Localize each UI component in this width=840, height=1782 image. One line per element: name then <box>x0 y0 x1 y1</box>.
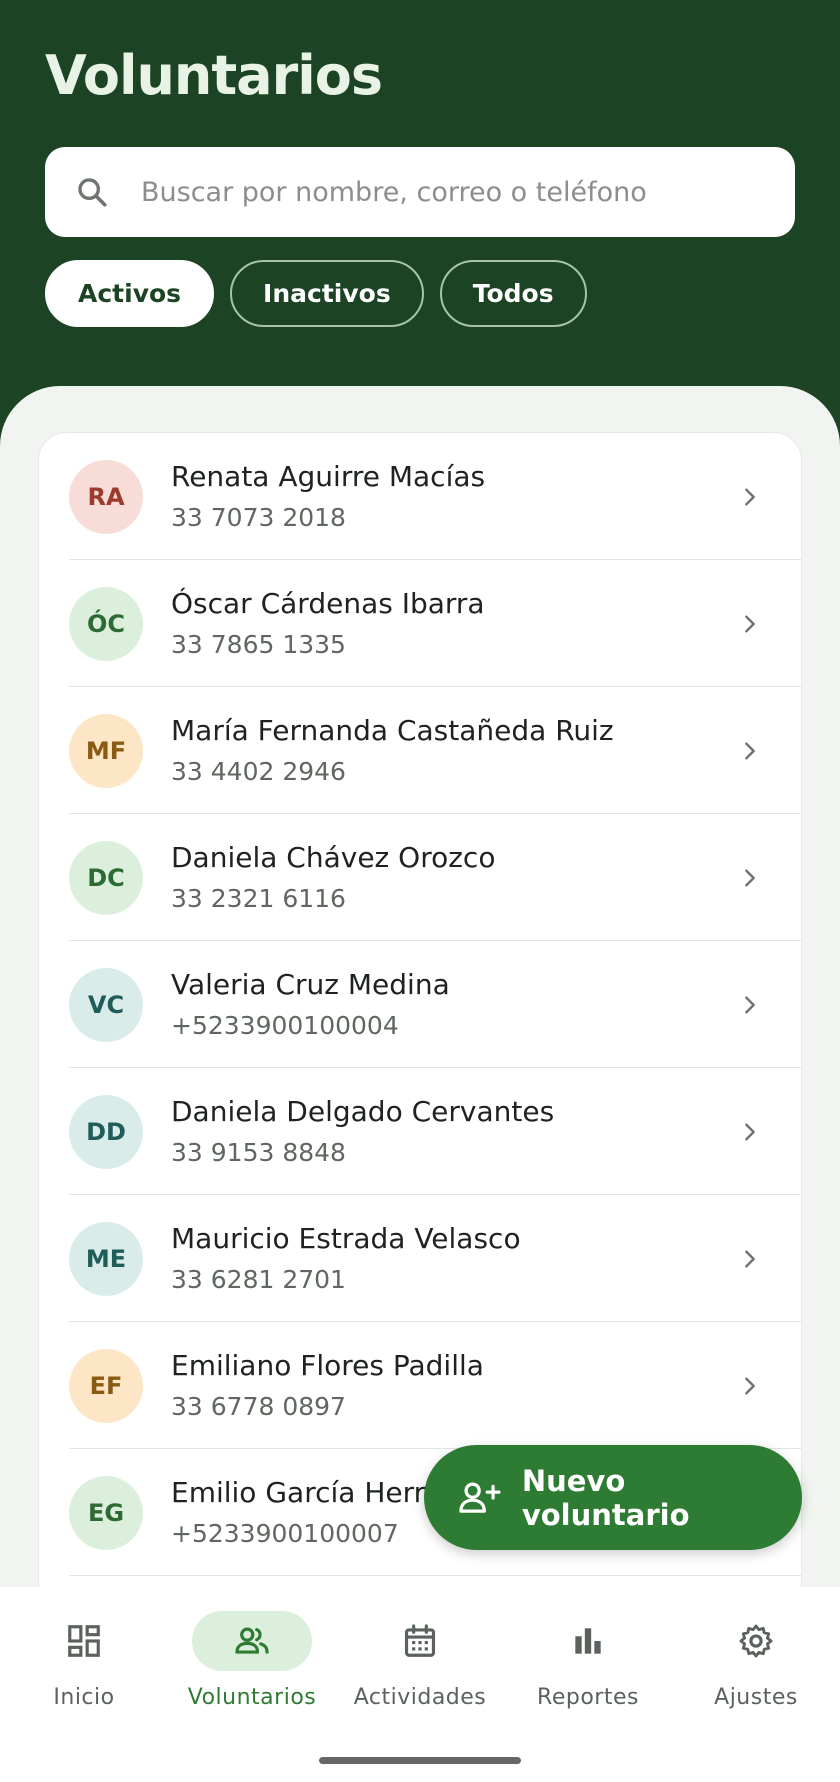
gear-icon <box>739 1624 773 1658</box>
avatar: MF <box>69 713 143 788</box>
volunteer-phone: 33 9153 8848 <box>171 1137 346 1167</box>
volunteer-name: Daniela Delgado Cervantes <box>171 1094 555 1128</box>
volunteer-name: Daniela Chávez Orozco <box>171 840 496 874</box>
chevron-right-icon <box>745 1249 755 1268</box>
volunteer-phone: 33 2321 6116 <box>171 883 346 913</box>
volunteer-phone: +5233900100004 <box>171 1010 399 1040</box>
volunteer-name: Mauricio Estrada Velasco <box>171 1221 521 1255</box>
chevron-right-icon <box>745 614 755 633</box>
volunteer-name: Valeria Cruz Medina <box>171 967 450 1001</box>
calendar-icon <box>404 1624 436 1657</box>
bar-chart-icon <box>575 1628 601 1654</box>
chevron-right-icon <box>745 487 755 506</box>
chevron-right-icon <box>745 868 755 887</box>
nav-item-reportes[interactable]: Reportes <box>504 1611 672 1710</box>
nav-item-voluntarios[interactable]: Voluntarios <box>168 1611 336 1710</box>
volunteer-name: María Fernanda Castañeda Ruiz <box>171 713 614 747</box>
nav-label: Actividades <box>353 1685 487 1710</box>
avatar: EF <box>69 1348 143 1423</box>
volunteer-phone: 33 7865 1335 <box>171 629 346 659</box>
search-input[interactable] <box>141 176 741 208</box>
avatar: ME <box>69 1221 143 1296</box>
avatar: EG <box>69 1475 143 1550</box>
chevron-right-icon <box>745 995 755 1014</box>
chevron-right-icon <box>745 1376 755 1395</box>
volunteer-row[interactable]: RA Renata Aguirre Macías 33 7073 2018 <box>39 433 801 560</box>
search-bar[interactable] <box>45 147 795 237</box>
search-icon <box>78 178 107 207</box>
avatar: DC <box>69 840 143 915</box>
volunteer-phone: 33 7073 2018 <box>171 502 346 532</box>
volunteer-phone: 33 6281 2701 <box>171 1264 346 1294</box>
volunteer-name: Emiliano Flores Padilla <box>171 1348 484 1382</box>
filter-chip-activos[interactable]: Activos <box>45 260 215 327</box>
avatar: VC <box>69 967 143 1042</box>
volunteer-name: Renata Aguirre Macías <box>171 459 486 493</box>
volunteer-row[interactable]: EF Emiliano Flores Padilla 33 6778 0897 <box>39 1322 801 1449</box>
volunteer-phone: 33 6778 0897 <box>171 1391 346 1421</box>
volunteer-row[interactable]: DD Daniela Delgado Cervantes 33 9153 884… <box>39 1068 801 1195</box>
nav-item-actividades[interactable]: Actividades <box>336 1611 504 1710</box>
new-volunteer-label: Nuevo voluntario <box>521 1463 690 1532</box>
nav-label: Inicio <box>53 1685 115 1710</box>
volunteer-name: Óscar Cárdenas Ibarra <box>171 586 485 620</box>
bottom-navigation: Inicio Voluntarios Actividades Reportes … <box>0 1587 840 1782</box>
avatar: ÓC <box>69 586 143 661</box>
volunteer-row[interactable]: ME Mauricio Estrada Velasco 33 6281 2701 <box>39 1195 801 1322</box>
nav-label: Ajustes <box>714 1685 798 1710</box>
app-header: Voluntarios Activos Inactivos Todos <box>0 0 840 420</box>
filter-chips: Activos Inactivos Todos <box>45 260 587 327</box>
volunteer-row[interactable]: VC Valeria Cruz Medina +5233900100004 <box>39 941 801 1068</box>
new-volunteer-button[interactable]: Nuevo voluntario <box>424 1445 802 1550</box>
nav-label: Reportes <box>537 1685 639 1710</box>
dashboard-icon <box>68 1625 100 1657</box>
avatar: DD <box>69 1094 143 1169</box>
volunteer-phone: 33 4402 2946 <box>171 756 346 786</box>
chevron-right-icon <box>745 741 755 760</box>
people-icon <box>235 1627 269 1654</box>
nav-item-inicio[interactable]: Inicio <box>0 1611 168 1710</box>
page-title: Voluntarios <box>45 44 383 107</box>
filter-chip-inactivos[interactable]: Inactivos <box>230 260 424 327</box>
avatar: RA <box>69 459 143 534</box>
volunteer-row[interactable]: DC Daniela Chávez Orozco 33 2321 6116 <box>39 814 801 941</box>
filter-chip-todos[interactable]: Todos <box>439 260 587 327</box>
person-add-icon <box>459 1482 501 1513</box>
chevron-right-icon <box>745 1122 755 1141</box>
volunteer-list: RA Renata Aguirre Macías 33 7073 2018 ÓC… <box>38 432 802 1592</box>
volunteer-row[interactable]: ÓC Óscar Cárdenas Ibarra 33 7865 1335 <box>39 560 801 687</box>
nav-item-ajustes[interactable]: Ajustes <box>672 1611 840 1710</box>
nav-label: Voluntarios <box>187 1685 317 1710</box>
volunteer-row[interactable]: MF María Fernanda Castañeda Ruiz 33 4402… <box>39 687 801 814</box>
home-indicator[interactable] <box>319 1757 521 1764</box>
